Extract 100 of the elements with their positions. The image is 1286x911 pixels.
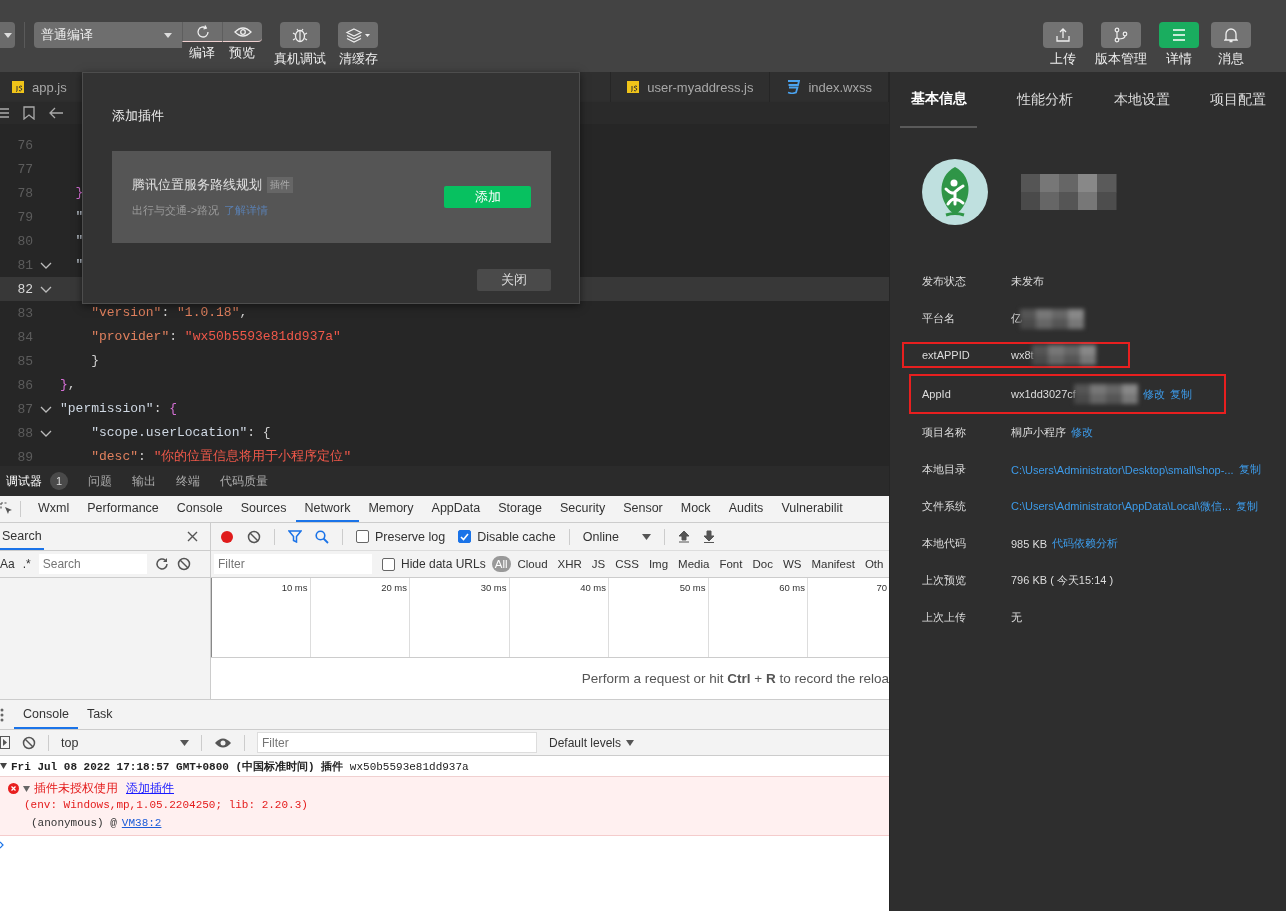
record-icon[interactable] bbox=[220, 529, 234, 544]
inspect-icon[interactable] bbox=[0, 502, 14, 516]
type-filter[interactable]: Manifest bbox=[808, 556, 858, 572]
eye-icon[interactable] bbox=[214, 736, 232, 749]
panel-tab[interactable]: Wxml bbox=[29, 496, 79, 522]
panel-tab[interactable]: Mock bbox=[671, 496, 720, 522]
chevron-icon[interactable] bbox=[39, 261, 52, 269]
info-value: 985 KB bbox=[1011, 537, 1048, 550]
match-case-toggle[interactable]: Aa bbox=[0, 557, 15, 571]
toolbar-button[interactable] bbox=[338, 22, 378, 48]
toolbar-button[interactable] bbox=[182, 22, 222, 42]
panel-tab[interactable]: Console bbox=[167, 496, 232, 522]
panel-tab[interactable]: Memory bbox=[359, 496, 423, 522]
panel-tab[interactable]: Vulnerabilit bbox=[772, 496, 852, 522]
context-dropdown[interactable]: top bbox=[61, 735, 189, 750]
refresh-icon bbox=[194, 23, 211, 40]
toolbar-button[interactable] bbox=[1211, 22, 1251, 48]
info-label: 发布状态 bbox=[922, 274, 967, 289]
clear-icon[interactable] bbox=[176, 557, 191, 571]
filter-field[interactable]: Filter bbox=[257, 732, 537, 753]
type-filter[interactable]: Oth bbox=[861, 556, 887, 572]
close-button[interactable]: 关闭 bbox=[477, 269, 551, 291]
type-filter[interactable]: XHR bbox=[554, 556, 585, 572]
debugger-tab[interactable]: 终端 bbox=[168, 472, 208, 490]
info-value: 桐庐小程序 bbox=[1011, 425, 1066, 440]
toolbar-button[interactable] bbox=[1101, 22, 1141, 48]
sidebar-icon[interactable] bbox=[0, 736, 10, 749]
plugin-name: 腾讯位置服务路线规划 bbox=[132, 176, 262, 194]
back-arrow-icon[interactable] bbox=[49, 107, 63, 119]
source-link[interactable]: VM38:2 bbox=[121, 817, 162, 829]
toolbar-button[interactable] bbox=[222, 22, 262, 42]
type-filter[interactable]: Media bbox=[675, 556, 713, 572]
details-tab[interactable]: 项目配置 bbox=[1189, 72, 1286, 128]
toolbar-label: 真机调试 bbox=[274, 51, 326, 68]
panel-tab[interactable]: AppData bbox=[422, 496, 490, 522]
details-tab[interactable]: 本地设置 bbox=[1093, 72, 1190, 128]
details-tab[interactable]: 性能分析 bbox=[997, 72, 1094, 128]
search-icon[interactable] bbox=[315, 529, 329, 544]
upload-icon[interactable] bbox=[677, 530, 690, 543]
panel-tab[interactable]: Performance bbox=[78, 496, 168, 522]
app-logo bbox=[922, 159, 988, 225]
type-filter[interactable]: CSS bbox=[612, 556, 642, 572]
panel-tab[interactable]: Sensor bbox=[614, 496, 672, 522]
debugger-tab[interactable]: 调试器 1 bbox=[6, 472, 76, 490]
close-icon[interactable] bbox=[187, 531, 198, 542]
type-filter[interactable]: Cloud bbox=[514, 556, 551, 572]
info-value: 亿 bbox=[1011, 311, 1022, 326]
panel-tab[interactable]: Security bbox=[551, 496, 615, 522]
plugin-category: 出行与交通->路况 bbox=[132, 203, 220, 218]
action-link[interactable]: 修改 bbox=[1142, 386, 1165, 402]
caret-icon bbox=[626, 739, 635, 746]
type-filter[interactable]: Img bbox=[645, 556, 672, 572]
clear-icon[interactable] bbox=[247, 529, 261, 544]
search-tab[interactable]: Search bbox=[0, 523, 44, 550]
bookmark-icon[interactable] bbox=[23, 106, 35, 120]
more-icon[interactable] bbox=[0, 707, 4, 722]
debugger-tab[interactable]: 输出 bbox=[124, 472, 164, 490]
filter-field[interactable]: Filter bbox=[214, 554, 372, 574]
panel-tab[interactable]: Storage bbox=[489, 496, 551, 522]
mode-dropdown[interactable] bbox=[0, 22, 15, 48]
path-link[interactable]: C:\Users\Administrator\Desktop\small\shop-... bbox=[1011, 463, 1234, 476]
type-filter[interactable]: Doc bbox=[749, 556, 776, 572]
type-filter[interactable]: Font bbox=[716, 556, 746, 572]
expand-caret-icon[interactable] bbox=[23, 785, 30, 792]
action-link[interactable]: 复制 bbox=[1236, 499, 1259, 514]
toolbar-label: 消息 bbox=[1218, 51, 1244, 68]
clear-icon[interactable] bbox=[22, 735, 36, 750]
action-link[interactable]: 代码依赖分析 bbox=[1052, 536, 1119, 551]
path-link[interactable]: C:\Users\Administrator\AppData\Local\微信... bbox=[1011, 499, 1232, 514]
regex-toggle[interactable]: .* bbox=[22, 557, 31, 571]
disable-cache-checkbox[interactable]: Disable cache bbox=[458, 529, 556, 544]
debugger-tab[interactable]: 代码质量 bbox=[212, 472, 276, 490]
action-link[interactable]: 复制 bbox=[1169, 386, 1192, 402]
levels-dropdown[interactable]: Default levels bbox=[549, 735, 635, 750]
action-link[interactable]: 修改 bbox=[1071, 425, 1093, 440]
download-icon[interactable] bbox=[702, 530, 715, 543]
chevron-icon[interactable] bbox=[39, 405, 52, 413]
search-field[interactable]: Search bbox=[38, 554, 147, 574]
panel-tab[interactable]: Sources bbox=[231, 496, 296, 522]
panel-tab[interactable]: Audits bbox=[719, 496, 773, 522]
add-plugin-link[interactable]: 添加插件 bbox=[126, 780, 174, 797]
expand-caret-icon[interactable] bbox=[0, 763, 7, 769]
preserve-log-checkbox[interactable]: Preserve log bbox=[356, 529, 446, 544]
type-filter[interactable]: WS bbox=[779, 556, 805, 572]
throttling-dropdown[interactable]: Online bbox=[582, 529, 651, 544]
filter-icon[interactable] bbox=[288, 530, 302, 543]
chevron-icon[interactable] bbox=[39, 429, 52, 437]
toolbar-button[interactable] bbox=[1043, 22, 1083, 48]
hide-data-urls-checkbox[interactable]: Hide data URLs bbox=[382, 557, 486, 571]
list-icon[interactable] bbox=[0, 108, 9, 118]
toolbar-button[interactable] bbox=[280, 22, 320, 48]
chevron-icon[interactable] bbox=[39, 285, 52, 293]
compile-mode-dropdown[interactable]: 普通编译 bbox=[34, 22, 182, 48]
type-filter[interactable]: JS bbox=[588, 556, 609, 572]
debugger-tab[interactable]: 问题 bbox=[80, 472, 120, 490]
stack-frame: (anonymous) @ bbox=[31, 817, 117, 829]
details-tab[interactable]: 基本信息 bbox=[900, 72, 978, 128]
refresh-icon[interactable] bbox=[154, 557, 169, 571]
action-link[interactable]: 复制 bbox=[1238, 462, 1261, 477]
drawer-tab[interactable]: Task bbox=[77, 700, 122, 729]
